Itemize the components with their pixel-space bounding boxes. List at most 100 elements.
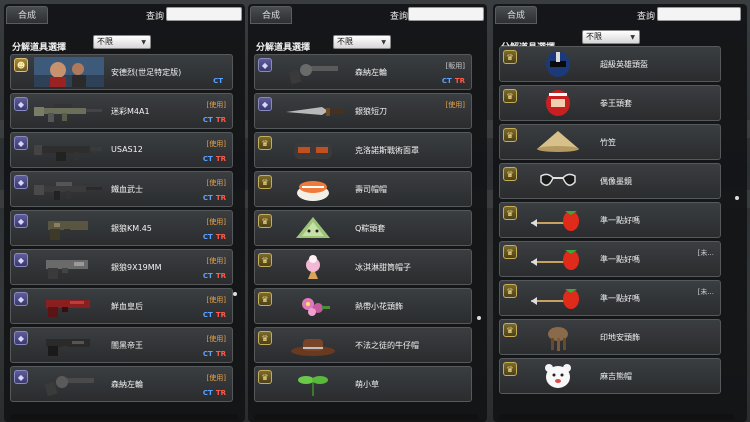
list-item[interactable]: ♛ 偶像墨鏡: [499, 163, 721, 199]
list-item[interactable]: ♛ 印地安頭飾: [499, 319, 721, 355]
pistol-icon: [33, 291, 105, 321]
search-label: 查詢: [390, 12, 409, 22]
item-name: 印地安頭飾: [600, 333, 640, 342]
list-item[interactable]: ♛ 克洛諾斯戰術面罩: [254, 132, 472, 168]
ct-tag: CT: [202, 350, 213, 358]
pistol-icon: [33, 213, 105, 243]
weapon-badge-icon: ◆: [14, 331, 28, 345]
weapon-badge-icon: ◆: [14, 136, 28, 150]
list-item[interactable]: ♛ 萌小草: [254, 366, 472, 402]
item-name: 銀狼9X19MM: [111, 263, 162, 272]
filter-dropdown[interactable]: 不限 ▼: [333, 35, 391, 49]
search-input[interactable]: [166, 7, 242, 21]
sunglasses-icon: [522, 166, 594, 196]
sprout-icon: [277, 369, 349, 399]
item-name: 偶像墨鏡: [600, 177, 632, 186]
search-input[interactable]: [657, 7, 741, 21]
list-item[interactable]: ♛ 壽司帽帽: [254, 171, 472, 207]
weapon-badge-icon: ◆: [14, 214, 28, 228]
filter-dropdown[interactable]: 不限 ▼: [93, 35, 151, 49]
inventory-panel-1: 合成 查詢 分解道具選擇 不限 ▼ ☻ 安德烈(世足特定版) CT ◆ 迷彩M4…: [4, 4, 245, 422]
list-item[interactable]: ♛ 超級英雄頭盔: [499, 46, 721, 82]
hat-badge-icon: ♛: [503, 50, 517, 64]
filter-value: 不限: [586, 32, 602, 41]
ct-tag: CT: [202, 233, 213, 241]
scrollbar-thumb[interactable]: [233, 292, 237, 296]
item-name: 麻吉熊帽: [600, 372, 632, 381]
list-item[interactable]: ♛ 竹笠: [499, 124, 721, 160]
item-name: 準一點好嗎: [600, 216, 640, 225]
weapon-badge-icon: ◆: [14, 253, 28, 267]
ct-tag: CT: [441, 77, 452, 85]
list-item[interactable]: ◆ 迷彩M4A1 [使用] CT TR: [10, 93, 233, 129]
list-item[interactable]: ◆ 銀狼KM.45 [使用] CT TR: [10, 210, 233, 246]
tab-synthesis[interactable]: 合成: [6, 6, 48, 24]
list-item[interactable]: ♛ 冰淇淋甜筒帽子: [254, 249, 472, 285]
item-name: 冰淇淋甜筒帽子: [355, 263, 411, 272]
tab-synthesis[interactable]: 合成: [250, 6, 292, 24]
item-name: USAS12: [111, 145, 143, 154]
hat-badge-icon: ♛: [503, 89, 517, 103]
status-badge: [使用]: [206, 335, 226, 343]
team-tags: CT TR: [203, 194, 226, 202]
list-item[interactable]: ◆ 闇黑帝王 [使用] CT TR: [10, 327, 233, 363]
rifle-icon: [33, 96, 105, 126]
shotgun-icon: [33, 135, 105, 165]
list-item[interactable]: ♛ 準一點好嗎: [499, 202, 721, 238]
panel-footer: [499, 414, 735, 420]
list-item[interactable]: ☻ 安德烈(世足特定版) CT: [10, 54, 233, 90]
tr-tag: TR: [215, 389, 226, 397]
ct-tag: CT: [202, 311, 213, 319]
item-note: [未...: [697, 288, 714, 296]
tr-tag: TR: [215, 233, 226, 241]
team-tags: CT TR: [203, 272, 226, 280]
list-item[interactable]: ◆ 銀狼9X19MM [使用] CT TR: [10, 249, 233, 285]
tr-tag: TR: [215, 311, 226, 319]
status-badge: [使用]: [206, 179, 226, 187]
hat-badge-icon: ♛: [503, 323, 517, 337]
team-tags: CT: [213, 77, 226, 85]
ct-tag: CT: [202, 272, 213, 280]
list-item[interactable]: ◆ 森納左輪 [販用] CT TR: [254, 54, 472, 90]
pistol-icon: [33, 252, 105, 282]
team-tags: CT TR: [203, 233, 226, 241]
search-input[interactable]: [408, 7, 484, 21]
status-badge: [使用]: [206, 218, 226, 226]
list-item[interactable]: ◆ 鮮血皇后 [使用] CT TR: [10, 288, 233, 324]
inventory-panel-2: 合成 查詢 分解道具選擇 不限 ▼ ◆ 森納左輪 [販用] CT TR ◆ 銀狼短…: [248, 4, 487, 422]
item-note: [未...: [697, 249, 714, 257]
list-item[interactable]: ◆ 森納左輪 [使用] CT TR: [10, 366, 233, 402]
tr-tag: TR: [215, 155, 226, 163]
scrollbar-thumb[interactable]: [477, 316, 481, 320]
status-badge: [使用]: [206, 296, 226, 304]
item-name: 闇黑帝王: [111, 341, 143, 350]
flower-icon: [277, 291, 349, 321]
panel-footer: [10, 414, 239, 420]
weapon-badge-icon: ◆: [14, 97, 28, 111]
list-item[interactable]: ♛ 麻吉熊帽: [499, 358, 721, 394]
team-tags: CT TR: [203, 350, 226, 358]
list-item[interactable]: ♛ 拳王頭套: [499, 85, 721, 121]
list-item[interactable]: ♛ 不法之徒的牛仔帽: [254, 327, 472, 363]
tab-synthesis[interactable]: 合成: [495, 6, 537, 24]
strawberry-arrow-icon: [522, 244, 594, 274]
ct-tag: CT: [202, 116, 213, 124]
filter-dropdown[interactable]: 不限 ▼: [582, 30, 640, 44]
list-item[interactable]: ◆ 鐵血武士 [使用] CT TR: [10, 171, 233, 207]
hat-badge-icon: ♛: [258, 253, 272, 267]
scrollbar-thumb[interactable]: [735, 196, 739, 200]
list-item[interactable]: ♛ Q粽頭套: [254, 210, 472, 246]
list-item[interactable]: ♛ 準一點好嗎 [未...: [499, 280, 721, 316]
list-item[interactable]: ♛ 熱帶小花頭飾: [254, 288, 472, 324]
team-tags: CT TR: [203, 389, 226, 397]
status-badge: [使用]: [445, 101, 465, 109]
panel-footer: [254, 414, 479, 420]
list-item[interactable]: ♛ 準一點好嗎 [未...: [499, 241, 721, 277]
tr-tag: TR: [215, 350, 226, 358]
weapon-badge-icon: ◆: [14, 292, 28, 306]
item-name: 森納左輪: [111, 380, 143, 389]
list-item[interactable]: ◆ 銀狼短刀 [使用]: [254, 93, 472, 129]
item-name: 安德烈(世足特定版): [111, 68, 182, 77]
status-badge: [使用]: [206, 101, 226, 109]
list-item[interactable]: ◆ USAS12 [使用] CT TR: [10, 132, 233, 168]
